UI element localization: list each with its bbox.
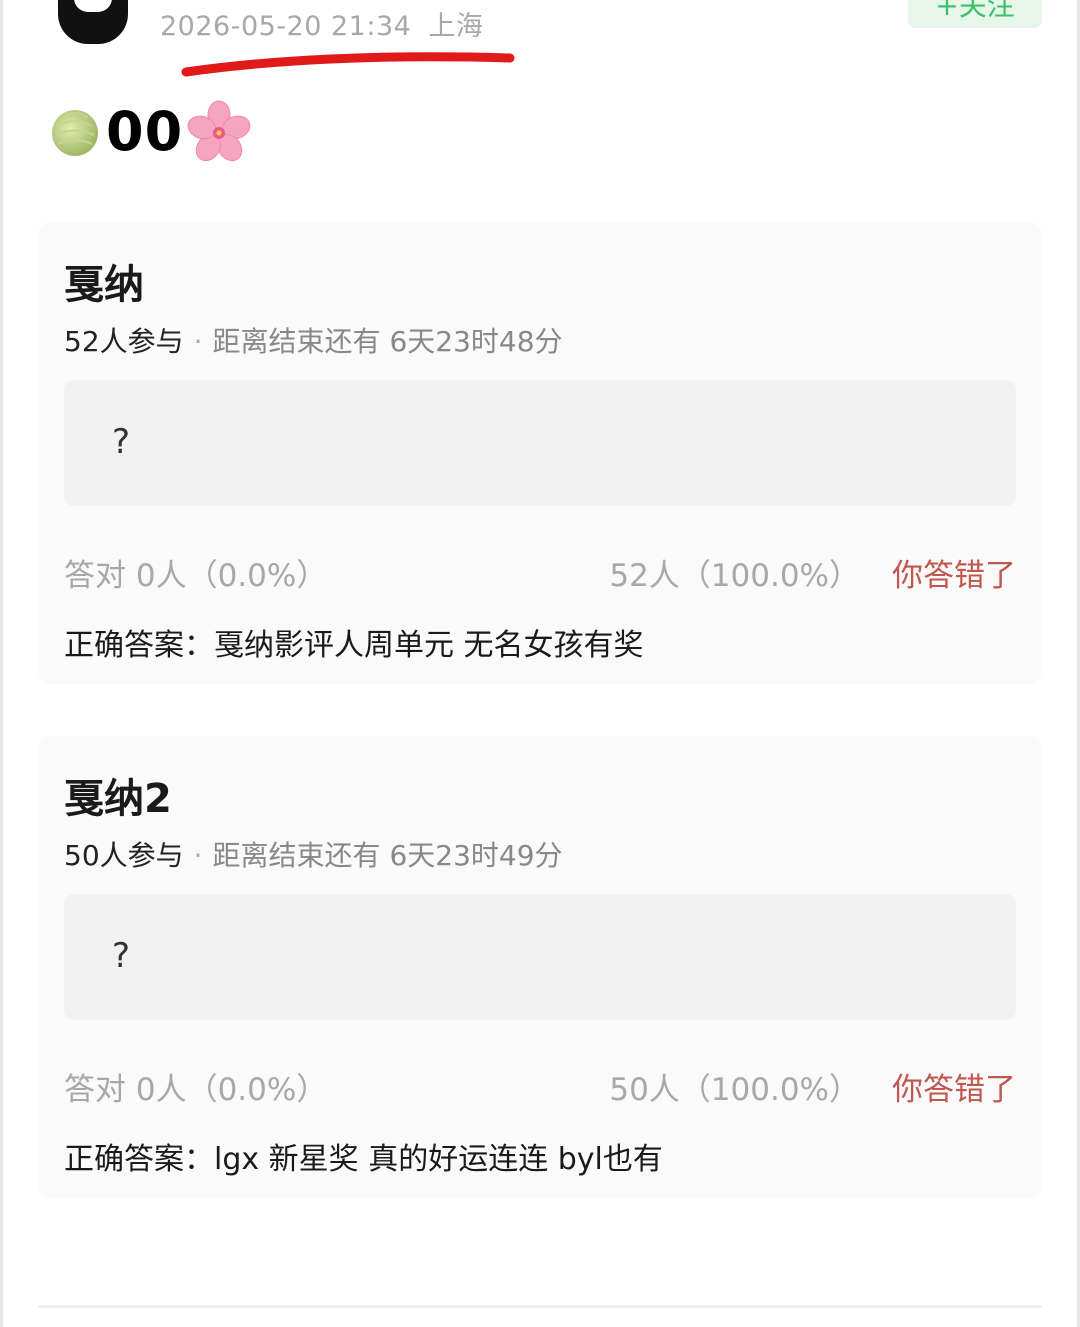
result-row: 答对 0人（0.0%） 52人（100.0%） 你答错了: [64, 550, 1016, 594]
left-border: [0, 0, 3, 1327]
melon-icon: [52, 110, 98, 156]
follow-button[interactable]: +关注: [908, 0, 1042, 28]
post-title: 00: [48, 96, 251, 166]
question-text: ?: [112, 936, 131, 976]
post-title-text: 00: [106, 99, 184, 163]
red-underline-annotation: [181, 52, 515, 77]
quiz-meta: 50人参与 · 距离结束还有 6天23时49分: [64, 834, 563, 874]
question-text: ?: [112, 422, 131, 462]
quiz-card[interactable]: 戛纳2 50人参与 · 距离结束还有 6天23时49分 ? 答对 0人（0.0%） …: [38, 736, 1042, 1198]
cherry-blossom-icon: [187, 100, 251, 162]
avatar-smile: [74, 0, 112, 12]
wrong-stats: 50人（100.0%）: [609, 1072, 860, 1108]
correct-answer: 正确答案：戛纳影评人周单元 无名女孩有奖: [64, 628, 644, 663]
participant-count: 52人参与: [64, 325, 184, 358]
you-answered-wrong-label: 你答错了: [892, 558, 1016, 594]
post-location: 上海: [428, 11, 484, 42]
correct-stats: 答对 0人（0.0%）: [64, 558, 328, 594]
post-timestamp: 2026-05-20 21:34: [160, 11, 412, 42]
quiz-title: 戛纳: [64, 262, 144, 308]
correct-stats: 答对 0人（0.0%）: [64, 1072, 328, 1108]
you-answered-wrong-label: 你答错了: [892, 1072, 1016, 1108]
result-row: 答对 0人（0.0%） 50人（100.0%） 你答错了: [64, 1064, 1016, 1108]
quiz-title: 戛纳2: [64, 776, 172, 822]
post-meta: 2026-05-20 21:34 上海: [160, 4, 483, 43]
question-box: ?: [64, 894, 1016, 1020]
meta-separator: ·: [193, 325, 203, 358]
wrong-stats: 52人（100.0%）: [609, 558, 860, 594]
time-remaining: 距离结束还有 6天23时48分: [212, 325, 563, 358]
quiz-card[interactable]: 戛纳 52人参与 · 距离结束还有 6天23时48分 ? 答对 0人（0.0%） 5…: [38, 222, 1042, 684]
avatar[interactable]: [58, 0, 128, 44]
quiz-meta: 52人参与 · 距离结束还有 6天23时48分: [64, 320, 563, 360]
bottom-divider: [38, 1305, 1042, 1308]
participant-count: 50人参与: [64, 839, 184, 872]
question-box: ?: [64, 380, 1016, 506]
meta-separator: ·: [193, 839, 203, 872]
time-remaining: 距离结束还有 6天23时49分: [212, 839, 563, 872]
correct-answer: 正确答案：lgx 新星奖 真的好运连连 byl也有: [64, 1142, 663, 1177]
